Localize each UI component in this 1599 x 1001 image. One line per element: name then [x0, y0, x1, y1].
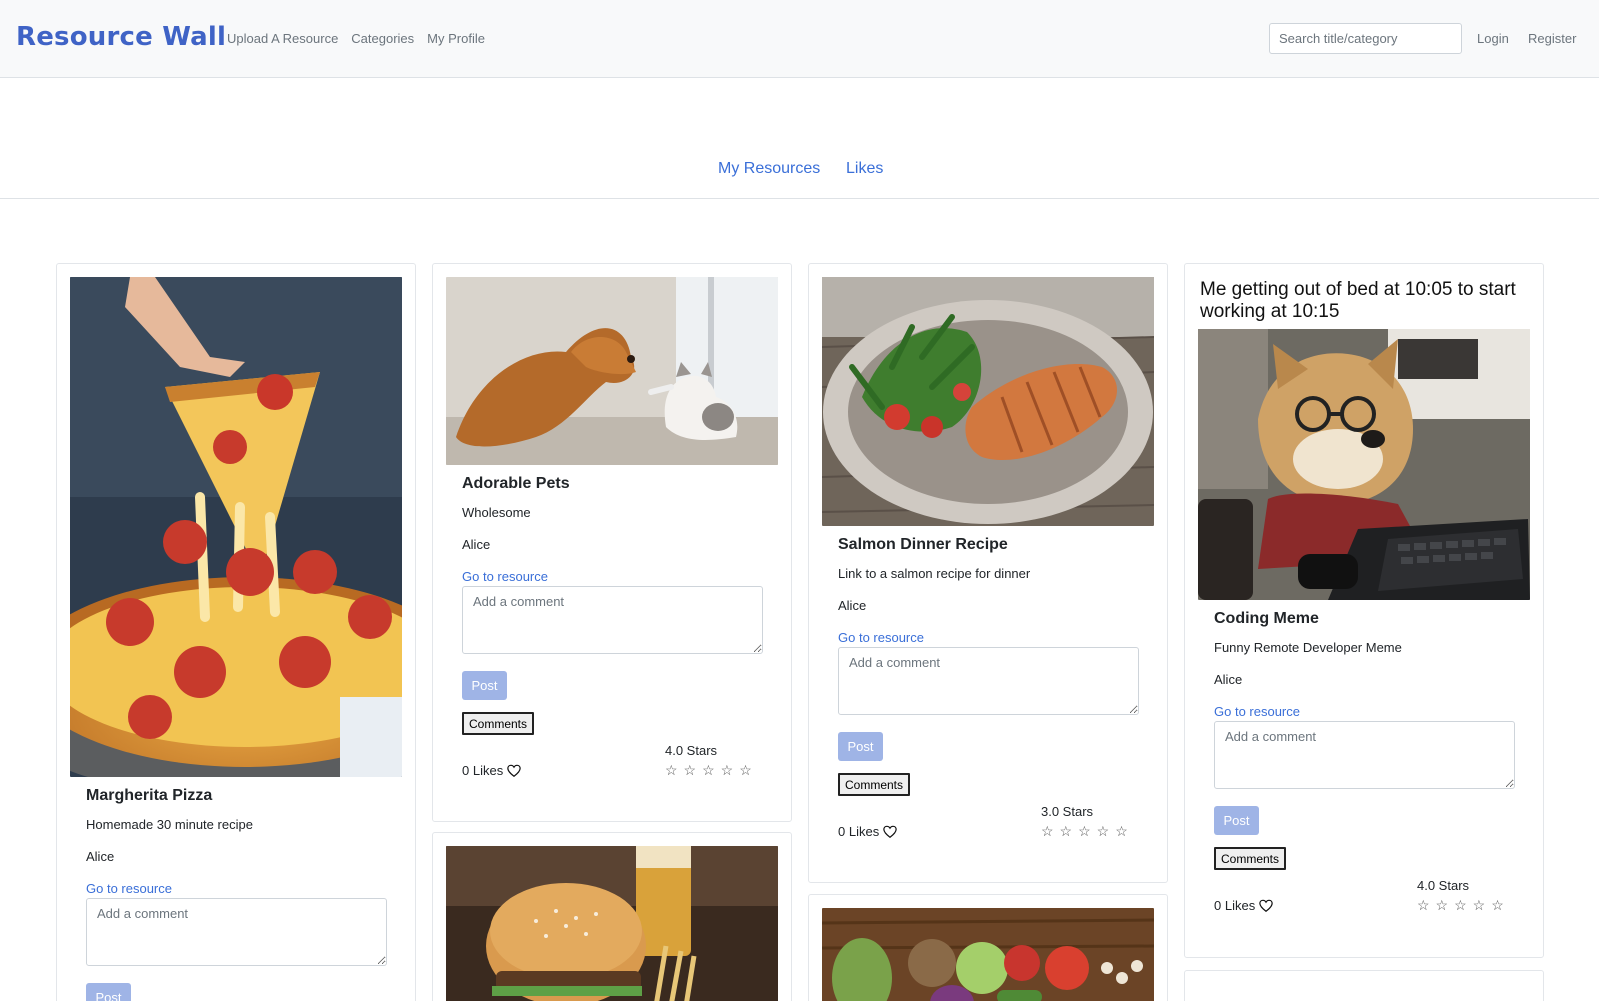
star-rating-icons[interactable]: ☆☆☆☆☆ [1041, 823, 1134, 840]
card-body: Coding Meme Funny Remote Developer Meme … [1214, 610, 1515, 924]
burger-photo [446, 846, 778, 1001]
comment-input[interactable] [86, 898, 387, 966]
comment-input[interactable] [838, 647, 1139, 715]
card-footer: 0 Likes 3.0 Stars ☆☆☆☆☆ [838, 804, 1139, 850]
heart-icon[interactable] [883, 825, 897, 839]
brand-logo[interactable]: Resource Wall [16, 22, 226, 52]
tab-my-resources[interactable]: My Resources [718, 160, 820, 178]
rating: 4.0 Stars ☆☆☆☆☆ [1417, 878, 1510, 914]
card-body: Salmon Dinner Recipe Link to a salmon re… [838, 536, 1139, 850]
coding-dog-meme: Me getting out of bed at 10:05 to start … [1198, 277, 1530, 600]
card-footer: 0 Likes 4.0 Stars ☆☆☆☆☆ [1214, 878, 1515, 924]
resource-card-burger [432, 832, 792, 1001]
rating: 4.0 Stars ☆☆☆☆☆ [665, 743, 758, 779]
star-rating-icons[interactable]: ☆☆☆☆☆ [1417, 897, 1510, 914]
resource-card-pets: Adorable Pets Wholesome Alice Go to reso… [432, 263, 792, 822]
nav-my-profile[interactable]: My Profile [427, 31, 485, 46]
card-description: Funny Remote Developer Meme [1214, 640, 1402, 655]
navbar: Resource Wall Upload A Resource Categori… [0, 0, 1599, 78]
go-to-resource-link[interactable]: Go to resource [838, 630, 1139, 647]
resource-card-pizza: Margherita Pizza Homemade 30 minute reci… [56, 263, 416, 1001]
card-description: Link to a salmon recipe for dinner [838, 566, 1031, 581]
comment-input[interactable] [462, 586, 763, 654]
card-title: Coding Meme [1214, 610, 1319, 627]
post-comment-button[interactable]: Post [86, 983, 131, 1001]
nav-upload-resource[interactable]: Upload A Resource [227, 31, 338, 46]
likes-control[interactable]: 0 Likes [838, 824, 897, 839]
card-author: Alice [462, 537, 491, 552]
tab-likes[interactable]: Likes [846, 160, 883, 178]
card-footer: 0 Likes 4.0 Stars ☆☆☆☆☆ [462, 743, 763, 789]
comments-button[interactable]: Comments [1214, 847, 1287, 870]
heart-icon[interactable] [1259, 899, 1273, 913]
likes-count: 0 Likes [462, 763, 504, 778]
heart-icon[interactable] [507, 764, 521, 778]
go-to-resource-link[interactable]: Go to resource [86, 881, 387, 898]
nav-links: Upload A Resource Categories My Profile [227, 31, 485, 46]
card-title: Salmon Dinner Recipe [838, 536, 1008, 553]
likes-control[interactable]: 0 Likes [462, 763, 521, 778]
rating-text: 4.0 Stars [665, 743, 718, 758]
go-to-resource-link[interactable]: Go to resource [462, 569, 763, 586]
card-author: Alice [86, 849, 115, 864]
resource-card-vegetables [808, 894, 1168, 1001]
salmon-photo [822, 277, 1154, 526]
login-link[interactable]: Login [1477, 31, 1509, 46]
profile-tabs: My Resources Likes [0, 78, 1599, 199]
comments-button[interactable]: Comments [838, 773, 911, 796]
resource-card-coding-meme: Me getting out of bed at 10:05 to start … [1184, 263, 1544, 958]
comments-button[interactable]: Comments [462, 712, 535, 735]
post-comment-button[interactable]: Post [462, 671, 507, 700]
meme-caption: Me getting out of bed at 10:05 to start … [1200, 279, 1516, 322]
card-title: Adorable Pets [462, 475, 570, 492]
post-comment-button[interactable]: Post [1214, 806, 1259, 835]
likes-count: 0 Likes [1214, 898, 1256, 913]
card-body: Adorable Pets Wholesome Alice Go to reso… [462, 475, 763, 789]
register-link[interactable]: Register [1528, 31, 1576, 46]
rating: 3.0 Stars ☆☆☆☆☆ [1041, 804, 1134, 840]
card-description: Homemade 30 minute recipe [86, 817, 253, 832]
resource-card-next [1184, 970, 1544, 1001]
card-body: Margherita Pizza Homemade 30 minute reci… [86, 787, 387, 1001]
nav-categories[interactable]: Categories [351, 31, 414, 46]
card-author: Alice [838, 598, 867, 613]
pizza-photo [70, 277, 402, 777]
rating-text: 3.0 Stars [1041, 804, 1094, 819]
card-description: Wholesome [462, 505, 531, 520]
go-to-resource-link[interactable]: Go to resource [1214, 704, 1515, 721]
search-input[interactable] [1269, 23, 1462, 54]
likes-count: 0 Likes [838, 824, 880, 839]
star-rating-icons[interactable]: ☆☆☆☆☆ [665, 762, 758, 779]
rating-text: 4.0 Stars [1417, 878, 1470, 893]
card-author: Alice [1214, 672, 1243, 687]
resource-card-salmon: Salmon Dinner Recipe Link to a salmon re… [808, 263, 1168, 883]
dog-and-cat-photo [446, 277, 778, 465]
post-comment-button[interactable]: Post [838, 732, 883, 761]
comment-input[interactable] [1214, 721, 1515, 789]
likes-control[interactable]: 0 Likes [1214, 898, 1273, 913]
vegetables-photo [822, 908, 1154, 1001]
card-title: Margherita Pizza [86, 787, 213, 804]
